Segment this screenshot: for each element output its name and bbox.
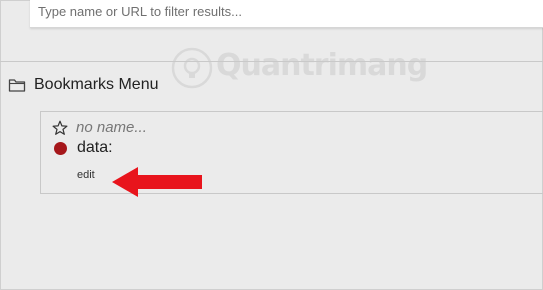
red-arrow-annotation xyxy=(112,167,202,197)
bookmark-data-label: data: xyxy=(77,139,113,156)
bookmark-name-placeholder[interactable]: no name... xyxy=(76,119,147,136)
bookmark-name-row: no name... xyxy=(52,119,147,136)
edit-link[interactable]: edit xyxy=(77,169,95,181)
search-input[interactable] xyxy=(38,0,528,22)
bookmarks-menu-folder[interactable]: Bookmarks Menu xyxy=(8,73,159,97)
star-icon[interactable] xyxy=(52,120,68,136)
record-dot-icon xyxy=(54,141,67,155)
divider xyxy=(0,61,543,62)
search-bar xyxy=(30,0,543,28)
bookmark-data-row: data: xyxy=(52,139,113,157)
folder-icon xyxy=(8,79,26,92)
folder-label: Bookmarks Menu xyxy=(34,76,159,93)
